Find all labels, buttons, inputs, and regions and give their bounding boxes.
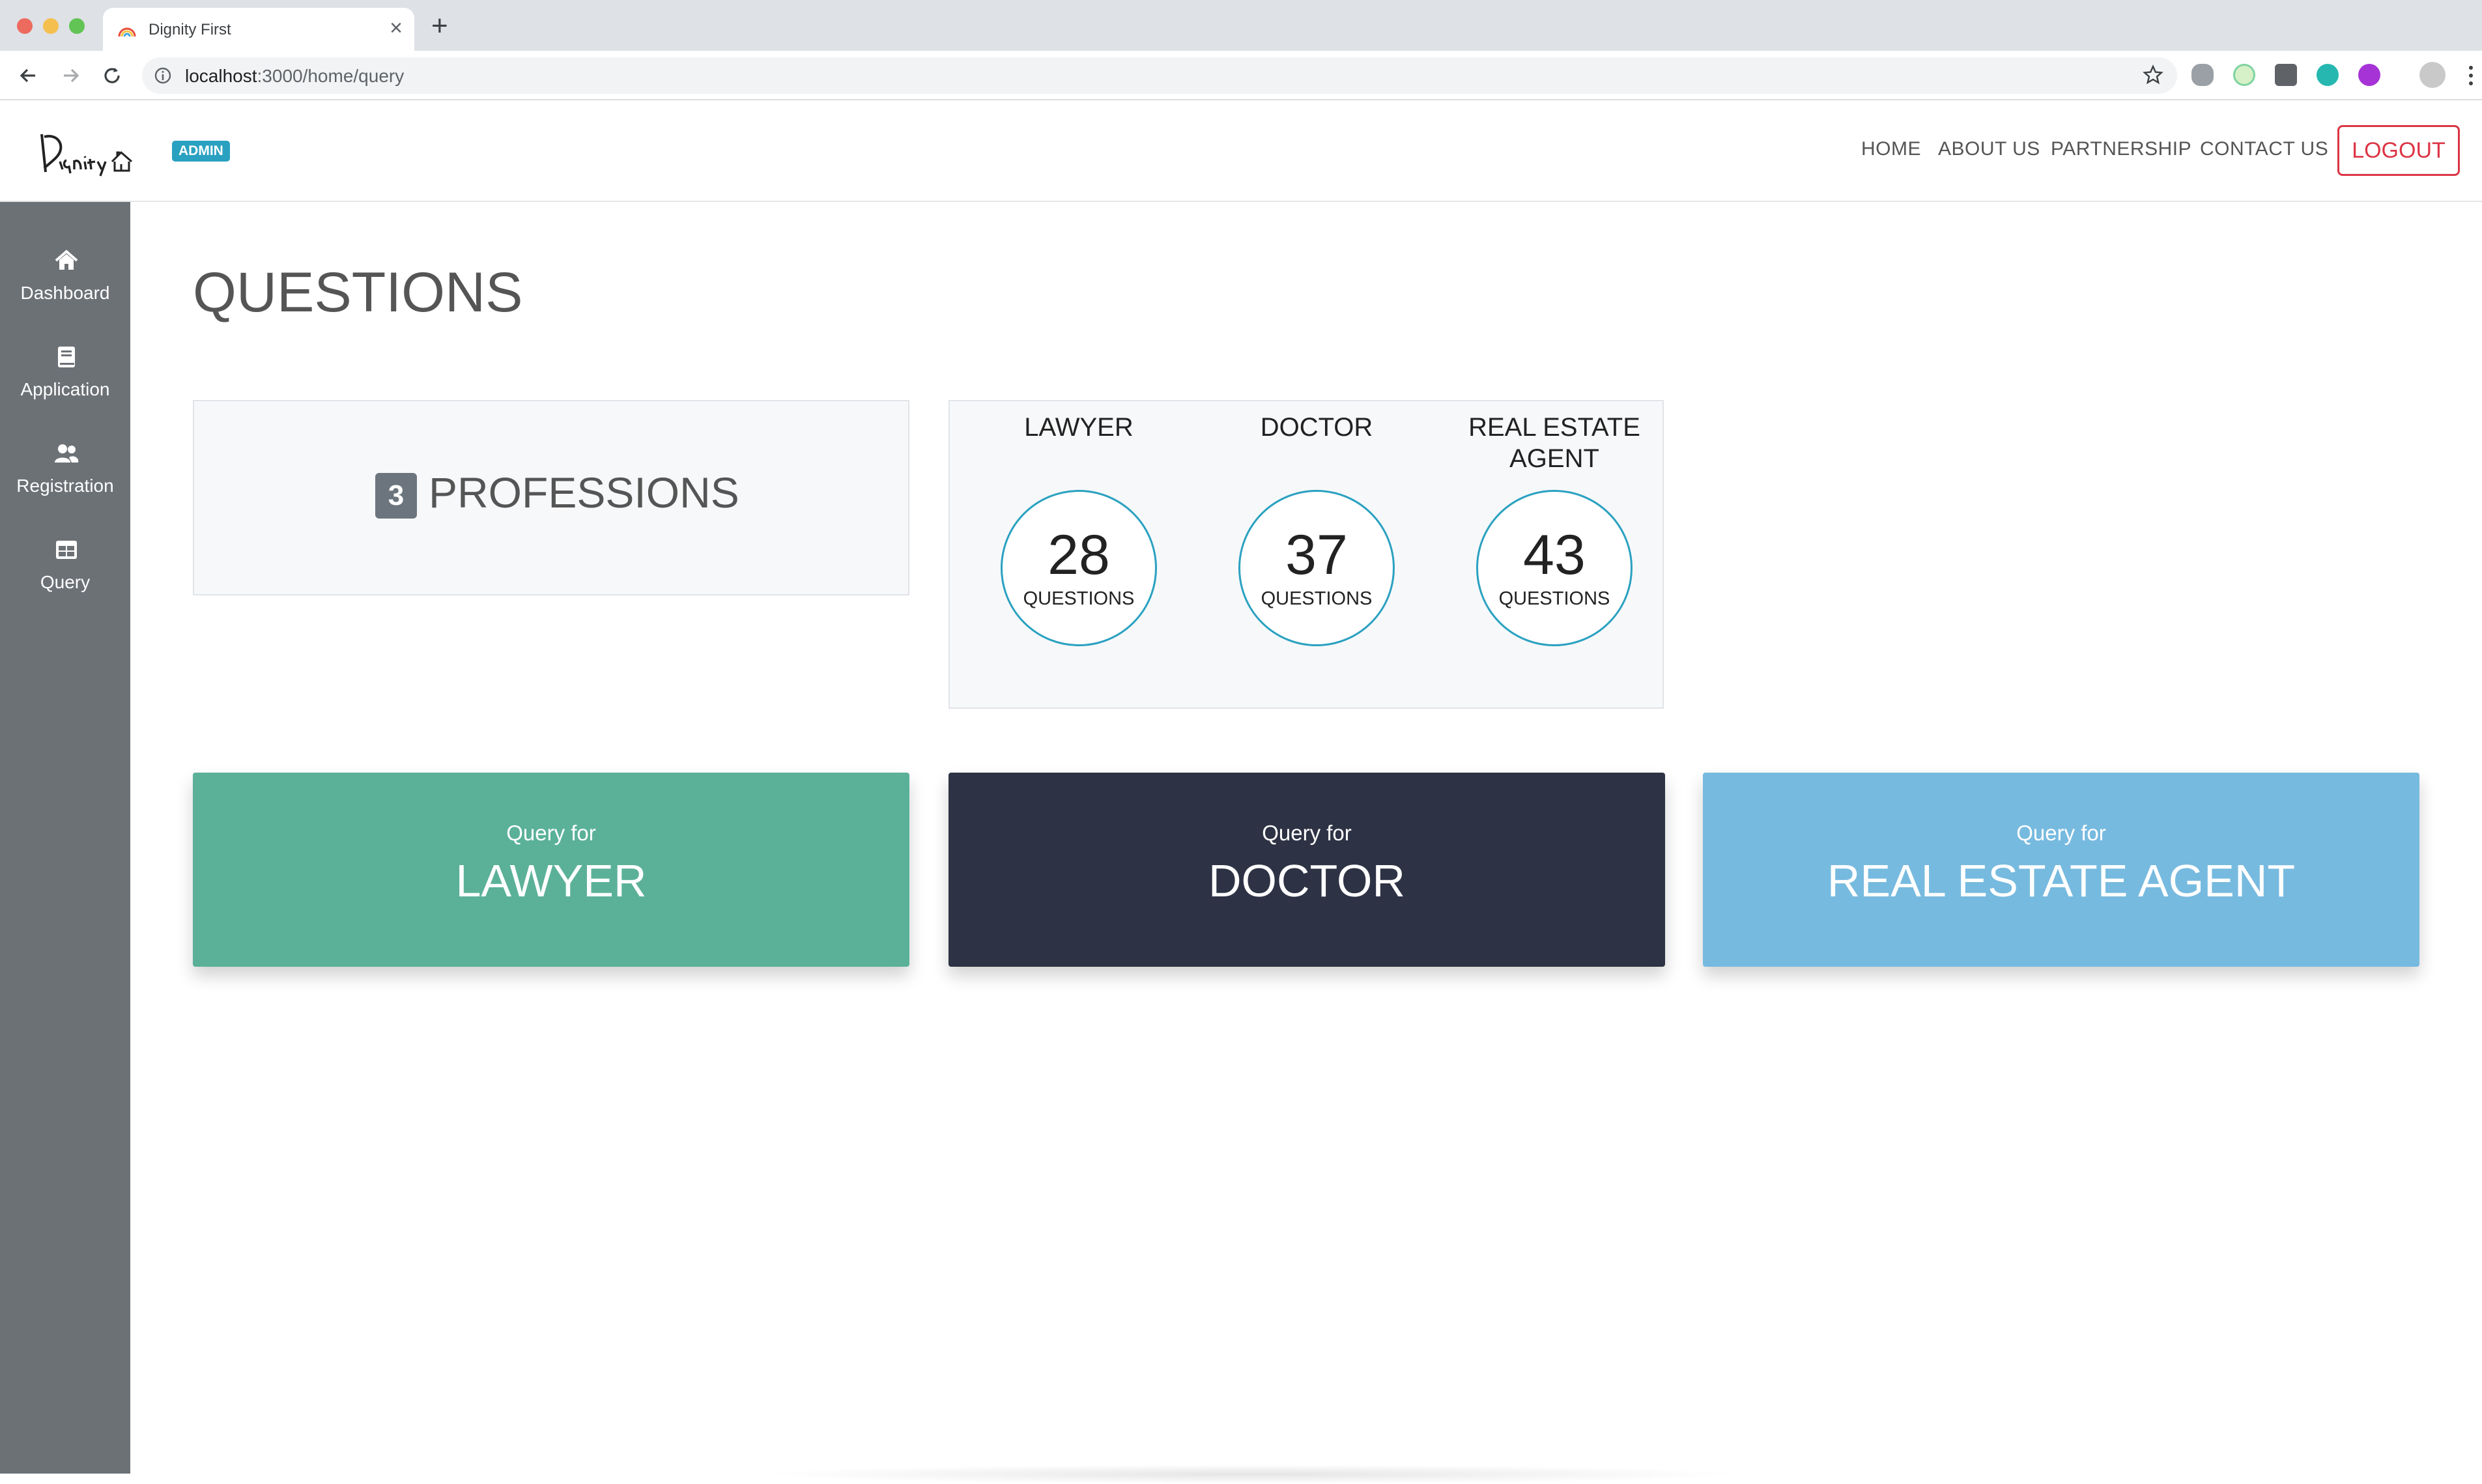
reload-icon[interactable] xyxy=(99,63,125,89)
stat-question-count: 43 xyxy=(1523,524,1586,586)
sidebar: Dashboard Application Registration Query xyxy=(0,202,130,1474)
query-card-doctor[interactable]: Query for DOCTOR xyxy=(949,773,1665,967)
profile-avatar[interactable] xyxy=(2419,62,2446,88)
table-icon xyxy=(56,541,77,559)
stat-real-estate-agent: REAL ESTATE AGENT 43 QUESTIONS xyxy=(1444,401,1665,710)
close-window-button[interactable] xyxy=(17,18,33,34)
tab-title: Dignity First xyxy=(149,21,231,38)
query-card-real-estate-agent[interactable]: Query for REAL ESTATE AGENT xyxy=(1703,773,2419,967)
extension-teal-icon[interactable] xyxy=(2317,64,2339,86)
stat-unit-label: QUESTIONS xyxy=(1023,588,1135,609)
rainbow-icon xyxy=(118,27,136,37)
address-bar[interactable]: localhost:3000/home/query xyxy=(142,57,2177,94)
query-card-title: DOCTOR xyxy=(1208,855,1406,906)
query-card-prefix: Query for xyxy=(506,821,596,845)
back-arrow-icon[interactable] xyxy=(16,63,42,89)
nav-link-about-us[interactable]: ABOUT US xyxy=(1938,138,2040,160)
browser-menu-icon[interactable] xyxy=(2466,64,2475,87)
stat-question-count: 37 xyxy=(1285,524,1348,586)
browser-tab-strip: Dignity First × + xyxy=(0,0,2482,51)
users-icon xyxy=(55,444,79,463)
stat-doctor: DOCTOR 37 QUESTIONS xyxy=(1206,401,1427,710)
professions-label: PROFESSIONS xyxy=(429,468,739,517)
professions-summary-card: 3 PROFESSIONS xyxy=(193,400,909,595)
stat-profession-name: DOCTOR xyxy=(1260,413,1373,442)
new-tab-button[interactable]: + xyxy=(431,12,448,40)
extension-color-icon[interactable] xyxy=(2233,64,2255,86)
extension-bug-icon[interactable] xyxy=(2191,64,2214,86)
forward-arrow-icon[interactable] xyxy=(57,63,83,89)
footer-shadow xyxy=(756,1464,1746,1484)
url-text[interactable]: localhost:3000/home/query xyxy=(185,66,404,87)
stat-question-count: 28 xyxy=(1048,524,1110,586)
minimize-window-button[interactable] xyxy=(43,18,59,34)
nav-link-contact-us[interactable]: CONTACT US xyxy=(2200,138,2328,160)
browser-tab[interactable]: Dignity First × xyxy=(103,8,414,51)
question-stats-card: LAWYER 28 QUESTIONS DOCTOR 37 QUESTIONS … xyxy=(949,400,1664,709)
nav-link-partnership[interactable]: PARTNERSHIP xyxy=(2051,138,2191,160)
query-card-lawyer[interactable]: Query for LAWYER xyxy=(193,773,909,967)
query-card-title: REAL ESTATE AGENT xyxy=(1827,855,2296,906)
query-card-title: LAWYER xyxy=(455,855,647,906)
stat-circle: 28 QUESTIONS xyxy=(1001,490,1157,646)
logout-button[interactable]: LOGOUT xyxy=(2337,125,2460,176)
maximize-window-button[interactable] xyxy=(69,18,85,34)
browser-toolbar: localhost:3000/home/query xyxy=(0,51,2482,100)
extension-purple-icon[interactable] xyxy=(2358,64,2380,86)
query-card-prefix: Query for xyxy=(1262,821,1352,845)
bookmark-star-icon[interactable] xyxy=(2142,64,2164,86)
stat-profession-name: REAL ESTATE AGENT xyxy=(1468,413,1640,473)
stat-unit-label: QUESTIONS xyxy=(1498,588,1610,609)
dignity-first-logo[interactable] xyxy=(36,124,147,182)
close-tab-icon[interactable]: × xyxy=(390,17,403,39)
sidebar-item-query[interactable]: Query xyxy=(0,524,130,608)
info-icon[interactable] xyxy=(154,66,172,85)
home-icon xyxy=(55,250,78,270)
admin-badge: ADMIN xyxy=(172,141,230,162)
stat-unit-label: QUESTIONS xyxy=(1261,588,1373,609)
stat-profession-name: LAWYER xyxy=(1024,413,1134,442)
nav-link-home[interactable]: HOME xyxy=(1861,138,1921,160)
stat-circle: 37 QUESTIONS xyxy=(1238,490,1395,646)
app-navbar: ADMIN HOME ABOUT US PARTNERSHIP CONTACT … xyxy=(0,100,2482,202)
page-title: QUESTIONS xyxy=(193,261,523,324)
sidebar-item-dashboard[interactable]: Dashboard xyxy=(0,235,130,319)
extension-grid-icon[interactable] xyxy=(2275,64,2297,86)
sidebar-item-label: Query xyxy=(40,572,91,592)
stat-lawyer: LAWYER 28 QUESTIONS xyxy=(968,401,1190,710)
query-card-prefix: Query for xyxy=(2016,821,2106,845)
sidebar-item-application[interactable]: Application xyxy=(0,331,130,416)
sidebar-item-label: Registration xyxy=(16,476,114,496)
stat-circle: 43 QUESTIONS xyxy=(1476,490,1633,646)
book-icon xyxy=(58,347,75,367)
sidebar-item-label: Dashboard xyxy=(20,283,110,303)
sidebar-item-label: Application xyxy=(20,379,110,399)
professions-count-badge: 3 xyxy=(375,473,417,519)
sidebar-item-registration[interactable]: Registration xyxy=(0,427,130,512)
